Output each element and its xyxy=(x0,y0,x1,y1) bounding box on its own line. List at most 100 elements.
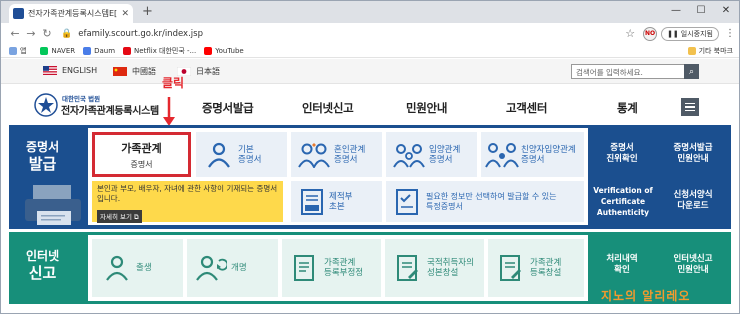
tab-close-icon[interactable]: ✕ xyxy=(121,9,129,19)
lang-chinese[interactable]: 中國語 xyxy=(113,66,156,77)
hamburger-menu-icon[interactable] xyxy=(681,98,699,116)
site-header: 대한민국 법원 전자가족관계등록시스템 증명서발급 인터넷신고 민원안내 고객센… xyxy=(1,85,739,124)
browser-menu-icon[interactable]: ⋮ xyxy=(725,28,735,39)
tab-title: 전자가족관계등록시스템E[1/2] xyxy=(28,9,118,18)
card-label: 입양관계 증명서 xyxy=(429,144,461,165)
apps-grid-icon xyxy=(9,46,17,55)
sync-paused-button[interactable]: ❚❚ 일시중지됨 xyxy=(661,26,719,41)
card-label: 혼인관계 증명서 xyxy=(334,144,366,165)
youtube-icon xyxy=(204,46,213,55)
removed-register-abstract-button[interactable]: 제적부 초본 xyxy=(291,181,382,222)
certificate-verification-link[interactable]: 증명서 진위확인 xyxy=(590,134,654,174)
section-title-line: 신고 xyxy=(28,264,57,282)
browser-tab[interactable]: 전자가족관계등록시스템E[1/2] ✕ xyxy=(9,4,133,23)
document-edit-icon xyxy=(500,255,521,281)
printer-icon xyxy=(25,185,81,225)
section-title-line: 인터넷 xyxy=(26,249,60,263)
court-emblem-icon[interactable] xyxy=(34,93,58,117)
lang-label: 中國語 xyxy=(132,67,156,76)
marriage-certificate-button[interactable]: 혼인관계 증명서 xyxy=(291,132,382,177)
window-close-icon[interactable]: ✕ xyxy=(716,3,736,19)
bookmark-label: YouTube xyxy=(215,46,244,55)
language-bar: ENGLISH 中國語 日本語 검색어를 입력하세요. ⌕ xyxy=(1,59,739,84)
nav-customer-center[interactable]: 고객센터 xyxy=(506,100,547,116)
family-icon xyxy=(393,143,425,168)
site-favicon-icon xyxy=(13,8,24,19)
baby-icon xyxy=(106,255,128,281)
minimize-icon[interactable]: — xyxy=(666,3,686,19)
document-edit-icon xyxy=(294,255,314,281)
report-guide-link[interactable]: 인터넷신고 민원안내 xyxy=(660,243,726,287)
register-creation-button[interactable]: 가족관계 등록창설 xyxy=(488,239,584,297)
card-label: 가족관계 등록창설 xyxy=(530,258,562,278)
bookmark-daum[interactable]: Daum xyxy=(83,46,115,55)
bookmarks-bar: 앱 NAVER Daum Netflix 대한민국 -... YouTube 기… xyxy=(1,44,739,58)
lock-icon[interactable]: 🔒 xyxy=(61,29,72,39)
profile-avatar[interactable]: NO xyxy=(643,26,658,41)
form-download-link[interactable]: 신청서양식 다운로드 xyxy=(660,180,726,222)
site-logo-title[interactable]: 전자가족관계등록시스템 xyxy=(61,102,159,117)
screenshot-frame: 전자가족관계등록시스템E[1/2] ✕ + — ☐ ✕ ← → ↻ 🔒 efam… xyxy=(0,0,740,314)
name-change-report-button[interactable]: 개명 xyxy=(187,239,278,297)
certificate-section-title: 증명서 발급 xyxy=(26,139,59,173)
new-tab-icon[interactable]: + xyxy=(142,4,153,20)
report-grid: 출생 개명 가족관계 등록부정정 국적취득자의 성본창설 가족관계 등록창설 xyxy=(88,235,588,301)
certificate-description: 본인과 부모, 배우자, 자녀에 관한 사항이 기재되는 증명서입니다. 자세히… xyxy=(92,181,283,223)
card-label: 개명 xyxy=(231,263,247,273)
bookmark-naver[interactable]: NAVER xyxy=(40,46,76,55)
card-label: 기본 증명서 xyxy=(238,144,262,165)
arrow-down-icon xyxy=(163,97,175,126)
back-icon[interactable]: ← xyxy=(7,27,23,40)
person-icon xyxy=(208,142,230,168)
naturalized-surname-creation-button[interactable]: 국적취득자의 성본창설 xyxy=(385,239,484,297)
adoption-certificate-button[interactable]: 입양관계 증명서 xyxy=(386,132,477,177)
bookmark-netflix[interactable]: Netflix 대한민국 -... xyxy=(123,46,196,56)
lang-english[interactable]: ENGLISH xyxy=(43,66,97,75)
browser-toolbar: ← → ↻ 🔒 efamily.scourt.go.kr/index.jsp ☆… xyxy=(1,23,739,44)
browser-tabstrip: 전자가족관계등록시스템E[1/2] ✕ + — ☐ ✕ xyxy=(1,1,739,23)
certificate-guide-link[interactable]: 증명서발급 민원안내 xyxy=(660,134,726,174)
person-swap-icon xyxy=(196,255,227,281)
other-bookmarks[interactable]: 기타 북마크 xyxy=(687,46,733,56)
verification-english-link[interactable]: Verification of Certificate Authenticity xyxy=(588,180,658,222)
full-adoption-certificate-button[interactable]: 친양자입양관계 증명서 xyxy=(481,132,584,177)
other-bookmarks-label: 기타 북마크 xyxy=(698,47,733,55)
watermark-text: 지노의 알리레오 xyxy=(601,289,691,303)
family-relation-certificate-button[interactable]: 가족관계 증명서 xyxy=(92,132,191,177)
bookmark-star-icon[interactable]: ☆ xyxy=(625,27,635,40)
more-info-label: 자세히 보기 xyxy=(100,213,132,221)
description-text: 본인과 부모, 배우자, 자녀에 관한 사항이 기재되는 증명서입니다. xyxy=(97,184,278,203)
nav-statistics[interactable]: 통계 xyxy=(617,100,638,116)
search-icon[interactable]: ⌕ xyxy=(684,64,699,79)
forward-icon[interactable]: → xyxy=(23,27,39,40)
reload-icon[interactable]: ↻ xyxy=(39,27,55,40)
card-label: 출생 xyxy=(136,263,152,273)
maximize-icon[interactable]: ☐ xyxy=(691,3,711,19)
pause-icon: ❚❚ xyxy=(667,29,679,38)
folder-icon xyxy=(687,47,696,55)
site-search-input[interactable]: 검색어를 입력하세요. xyxy=(571,64,699,79)
bookmark-youtube[interactable]: YouTube xyxy=(204,46,244,55)
address-bar[interactable]: efamily.scourt.go.kr/index.jsp xyxy=(78,29,625,39)
china-flag-icon xyxy=(113,67,127,76)
basic-certificate-button[interactable]: 기본 증명서 xyxy=(196,132,287,177)
netflix-icon xyxy=(123,46,132,55)
bookmark-apps[interactable]: 앱 xyxy=(9,46,26,56)
sync-paused-label: 일시중지됨 xyxy=(680,29,713,38)
nav-certificate-issue[interactable]: 증명서발급 xyxy=(202,100,254,116)
more-info-button[interactable]: 자세히 보기 ⧉ xyxy=(97,210,142,223)
nav-civil-guide[interactable]: 민원안내 xyxy=(406,100,447,116)
checklist-icon xyxy=(396,188,418,215)
bookmark-label: NAVER xyxy=(51,46,76,55)
section-title-line: 발급 xyxy=(28,155,57,173)
family-child-icon xyxy=(485,142,519,167)
process-history-link[interactable]: 처리내역 확인 xyxy=(590,243,654,287)
specific-certificate-button[interactable]: 필요한 정보만 선택하여 발급할 수 있는 특정증명서 xyxy=(386,181,584,222)
nav-internet-report[interactable]: 인터넷신고 xyxy=(302,100,354,116)
card-title: 가족관계 xyxy=(121,141,162,155)
card-label: 친양자입양관계 증명서 xyxy=(521,144,576,165)
register-correction-button[interactable]: 가족관계 등록부정정 xyxy=(282,239,381,297)
us-flag-icon xyxy=(43,66,57,75)
birth-report-button[interactable]: 출생 xyxy=(92,239,183,297)
document-icon xyxy=(301,188,323,215)
